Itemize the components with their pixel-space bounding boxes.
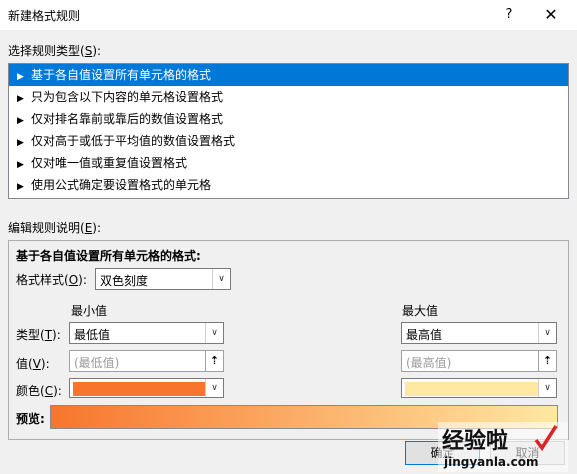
- watermark-url: jingyanla.com: [443, 455, 538, 469]
- rule-type-item[interactable]: ▶ 只为包含以下内容的单元格设置格式: [9, 86, 568, 108]
- rule-type-item[interactable]: ▶ 基于各自值设置所有单元格的格式: [9, 64, 568, 86]
- max-header: 最大值: [402, 304, 439, 318]
- min-color-picker[interactable]: ∨: [69, 378, 224, 398]
- description-heading: 基于各自值设置所有单元格的格式:: [16, 249, 201, 263]
- type-label: 类型(T):: [16, 328, 61, 342]
- triangle-right-icon: ▶: [17, 160, 24, 170]
- rule-type-item[interactable]: ▶ 仅对排名靠前或靠后的数值设置格式: [9, 108, 568, 130]
- rule-type-list[interactable]: ▶ 基于各自值设置所有单元格的格式 ▶ 只为包含以下内容的单元格设置格式 ▶ 仅对排名靠前…: [8, 63, 569, 199]
- min-color-swatch: [73, 382, 206, 396]
- chevron-down-icon: ∨: [205, 323, 223, 343]
- help-button[interactable]: ?: [498, 4, 520, 26]
- title-bar: 新建格式规则 ? ✕: [0, 0, 577, 30]
- chevron-down-icon: ∨: [205, 379, 223, 397]
- rule-type-item-label: 使用公式确定要设置格式的单元格: [31, 178, 212, 192]
- rule-type-item[interactable]: ▶ 仅对唯一值或重复值设置格式: [9, 152, 568, 174]
- triangle-right-icon: ▶: [17, 182, 24, 192]
- max-color-picker[interactable]: ∨: [401, 378, 557, 398]
- triangle-right-icon: ▶: [17, 138, 24, 148]
- max-type-value: 最高值: [406, 328, 443, 342]
- min-type-select[interactable]: 最低值 ∨: [69, 322, 224, 344]
- value-label: 值(V):: [16, 357, 50, 371]
- triangle-right-icon: ▶: [17, 116, 24, 126]
- color-label: 颜色(C):: [16, 384, 62, 398]
- triangle-right-icon: ▶: [17, 94, 24, 104]
- preview-label: 预览:: [16, 412, 45, 426]
- min-header: 最小值: [71, 304, 108, 318]
- rule-type-label: 选择规则类型(S):: [8, 44, 102, 58]
- max-value-placeholder: (最高值): [406, 356, 452, 370]
- rule-type-item-label: 仅对高于或低于平均值的数值设置格式: [31, 134, 236, 148]
- window-title: 新建格式规则: [8, 9, 81, 23]
- format-style-label: 格式样式(O):: [16, 273, 87, 287]
- rule-desc-label: 编辑规则说明(E):: [8, 221, 102, 235]
- close-button[interactable]: ✕: [540, 4, 562, 26]
- triangle-right-icon: ▶: [17, 72, 24, 82]
- rule-type-item-label: 基于各自值设置所有单元格的格式: [31, 68, 212, 82]
- max-value-input[interactable]: (最高值): [401, 350, 539, 372]
- watermark-logo: 经验啦 jingyanla.com: [438, 422, 568, 472]
- min-type-value: 最低值: [74, 328, 111, 342]
- collapse-dialog-icon: ⇡: [542, 354, 553, 367]
- chevron-down-icon: ∨: [212, 269, 230, 289]
- rule-type-item-label: 仅对唯一值或重复值设置格式: [31, 156, 188, 170]
- min-value-placeholder: (最低值): [74, 356, 120, 370]
- min-value-ref-button[interactable]: ⇡: [205, 350, 224, 372]
- collapse-dialog-icon: ⇡: [209, 354, 220, 367]
- chevron-down-icon: ∨: [538, 323, 556, 343]
- rule-description-panel: 基于各自值设置所有单元格的格式: 格式样式(O): 双色刻度 ∨ 最小值 最大值…: [8, 240, 569, 440]
- format-style-select[interactable]: 双色刻度 ∨: [95, 268, 231, 290]
- rule-type-item[interactable]: ▶ 仅对高于或低于平均值的数值设置格式: [9, 130, 568, 152]
- format-style-value: 双色刻度: [100, 274, 149, 288]
- chevron-down-icon: ∨: [538, 379, 556, 397]
- rule-type-item-label: 只为包含以下内容的单元格设置格式: [31, 90, 224, 104]
- max-type-select[interactable]: 最高值 ∨: [401, 322, 557, 344]
- max-value-ref-button[interactable]: ⇡: [538, 350, 557, 372]
- watermark-text: 经验啦: [442, 428, 508, 454]
- rule-type-item[interactable]: ▶ 使用公式确定要设置格式的单元格: [9, 174, 568, 196]
- max-color-swatch: [405, 382, 539, 396]
- rule-type-item-label: 仅对排名靠前或靠后的数值设置格式: [31, 112, 224, 126]
- min-value-input[interactable]: (最低值): [69, 350, 206, 372]
